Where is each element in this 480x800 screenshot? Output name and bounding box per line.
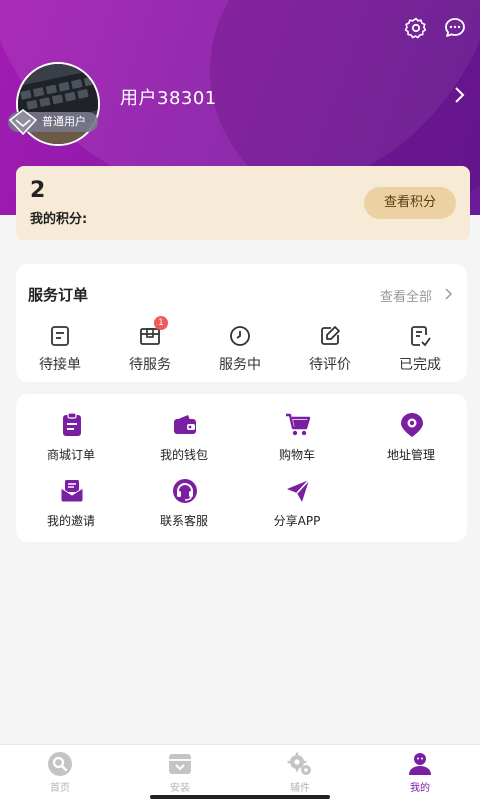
mail-icon [60, 480, 84, 503]
tool-label: 我的邀请 [46, 514, 95, 528]
view-all-orders-link[interactable]: 查看全部 [380, 286, 432, 305]
chat-bubble-icon [445, 18, 465, 37]
diamond-icon [8, 109, 38, 136]
chevron-right-icon[interactable] [450, 84, 470, 106]
gears-icon [287, 752, 311, 775]
home-indicator [150, 795, 330, 799]
tools-card: 商城订单 我的钱包 购物车 地址管理 我的邀请 联系客服 分享APP [16, 394, 467, 542]
tool-label: 购物车 [278, 448, 315, 462]
tab-mine[interactable]: 我的 [360, 749, 480, 797]
order-status-in-service[interactable]: 服务中 [202, 322, 278, 378]
install-box-icon [169, 754, 191, 774]
notification-badge: 1 [154, 316, 168, 330]
messages-button[interactable] [441, 14, 469, 42]
document-icon [51, 326, 69, 346]
order-status-label: 待服务 [129, 357, 171, 373]
tab-home[interactable]: 首页 [0, 749, 120, 797]
chevron-right-icon[interactable] [444, 288, 452, 300]
customer-service-entry[interactable]: 联系客服 [134, 478, 234, 534]
settings-button[interactable] [402, 14, 430, 42]
shop-orders-entry[interactable]: 商城订单 [21, 412, 121, 468]
tool-label: 分享APP [273, 514, 321, 528]
tab-label: 辅件 [290, 783, 310, 794]
wallet-icon [174, 415, 196, 434]
service-orders-card: 服务订单 查看全部 待接单 1 待服务 服务中 待评价 已完成 [16, 264, 467, 382]
bottom-tab-bar: 首页 安装 辅件 我的 [0, 744, 480, 800]
order-status-label: 待接单 [39, 357, 81, 373]
order-status-pending-accept[interactable]: 待接单 [22, 322, 98, 378]
points-card: 2 我的积分: 查看积分 [16, 166, 470, 240]
wallet-entry[interactable]: 我的钱包 [134, 412, 234, 468]
share-app-entry[interactable]: 分享APP [247, 478, 347, 534]
gear-icon [404, 17, 427, 39]
view-points-button[interactable]: 查看积分 [364, 187, 456, 219]
check-document-icon [411, 326, 431, 347]
order-status-pending-review[interactable]: 待评价 [292, 322, 368, 378]
clipboard-icon [63, 412, 81, 436]
tool-label: 我的钱包 [159, 448, 208, 462]
location-icon [401, 413, 423, 437]
tool-label: 商城订单 [46, 448, 95, 462]
headset-icon [173, 479, 197, 503]
order-status-label: 待评价 [309, 357, 351, 373]
my-invitations-entry[interactable]: 我的邀请 [21, 478, 121, 534]
order-status-completed[interactable]: 已完成 [382, 322, 458, 378]
tab-label: 我的 [410, 783, 430, 794]
cart-entry[interactable]: 购物车 [247, 412, 347, 468]
points-label: 我的积分: [30, 212, 88, 227]
tab-label: 安装 [170, 783, 190, 794]
order-status-label: 已完成 [399, 357, 441, 373]
username[interactable]: 用户38301 [120, 84, 217, 110]
tool-label: 地址管理 [386, 448, 435, 462]
points-value: 2 [30, 178, 46, 203]
cart-icon [286, 413, 311, 436]
section-title: 服务订单 [28, 286, 89, 304]
tab-install[interactable]: 安装 [120, 749, 240, 797]
home-search-icon [48, 752, 72, 776]
clock-icon [230, 326, 250, 346]
user-icon [409, 753, 431, 775]
tab-label: 首页 [50, 783, 70, 794]
edit-icon [321, 326, 340, 345]
order-status-pending-service[interactable]: 1 待服务 [112, 316, 188, 378]
address-management-entry[interactable]: 地址管理 [361, 412, 461, 468]
tool-label: 联系客服 [159, 514, 208, 528]
order-status-label: 服务中 [219, 357, 261, 373]
tab-accessories[interactable]: 辅件 [240, 749, 360, 797]
send-icon [287, 479, 310, 502]
